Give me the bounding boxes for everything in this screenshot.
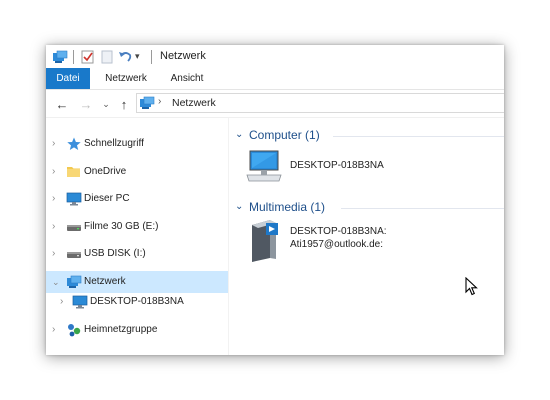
sidebar-item-schnellzugriff[interactable]: › Schnellzugriff — [46, 133, 228, 155]
chevron-right-icon[interactable]: › — [52, 248, 55, 259]
tab-ansicht[interactable]: Ansicht — [163, 68, 211, 89]
computer-icon — [246, 148, 282, 184]
navigation-bar: ← → ⌄ ↑ › Netzwerk — [46, 90, 504, 117]
network-icon — [139, 95, 155, 111]
group-divider — [333, 136, 504, 137]
content-item-multimedia[interactable]: DESKTOP-018B3NA: Ati1957@outlook.de: — [246, 218, 496, 266]
sidebar-item-label: DESKTOP-018B3NA — [90, 296, 184, 307]
sidebar-item-label: Schnellzugriff — [84, 138, 144, 149]
chevron-down-icon[interactable]: ⌄ — [235, 129, 243, 140]
content-item-label-line2: Ati1957@outlook.de: — [290, 239, 383, 250]
sidebar-item-netzwerk[interactable]: ⌄ Netzwerk — [46, 271, 228, 293]
tab-datei[interactable]: Datei — [46, 68, 90, 89]
network-icon — [66, 274, 82, 290]
group-header-multimedia[interactable]: ⌄ Multimedia (1) — [235, 200, 504, 216]
sidebar-item-label: Netzwerk — [84, 276, 126, 287]
tab-netzwerk[interactable]: Netzwerk — [101, 68, 151, 89]
monitor-icon — [66, 191, 82, 207]
up-button[interactable]: ↑ — [116, 96, 132, 112]
sidebar-item-onedrive[interactable]: › OneDrive — [46, 161, 228, 183]
sidebar-item-label: OneDrive — [84, 166, 127, 177]
title-bar: ▾ Netzwerk — [46, 45, 504, 68]
sidebar-item-desktop[interactable]: › DESKTOP-018B3NA — [46, 291, 228, 313]
undo-icon[interactable] — [117, 49, 133, 65]
properties-icon[interactable] — [80, 49, 96, 65]
group-title: Multimedia (1) — [249, 200, 326, 214]
chevron-right-icon[interactable]: › — [52, 193, 55, 204]
sidebar-item-label: USB DISK (I:) — [84, 248, 146, 259]
chevron-right-icon[interactable]: › — [52, 221, 55, 232]
drive-icon — [66, 219, 82, 235]
group-title: Computer (1) — [249, 128, 320, 142]
breadcrumb-netzwerk[interactable]: Netzwerk — [172, 97, 216, 109]
chevron-down-icon[interactable]: ⌄ — [235, 201, 243, 212]
content-item-label: DESKTOP-018B3NA — [290, 160, 384, 171]
folder-icon — [66, 164, 82, 180]
content-item-computer[interactable]: DESKTOP-018B3NA — [246, 148, 476, 188]
chevron-right-icon[interactable]: › — [60, 296, 63, 307]
chevron-down-icon[interactable]: ⌄ — [52, 277, 60, 288]
group-header-computer[interactable]: ⌄ Computer (1) — [235, 128, 504, 144]
homegroup-icon — [66, 322, 82, 338]
sidebar-item-label: Dieser PC — [84, 193, 130, 204]
media-server-icon — [249, 218, 283, 264]
customize-toolbar-icon[interactable]: ▾ — [135, 51, 151, 67]
toolbar-separator — [151, 50, 152, 64]
chevron-right-icon[interactable]: › — [52, 324, 55, 335]
ribbon: Datei Netzwerk Ansicht — [46, 68, 504, 90]
network-icon[interactable] — [52, 49, 68, 65]
recent-locations-button[interactable]: ⌄ — [98, 96, 114, 112]
toolbar-separator — [73, 50, 74, 64]
sidebar-item-heimnetzgruppe[interactable]: › Heimnetzgruppe — [46, 319, 228, 341]
sidebar-item-dieser-pc[interactable]: › Dieser PC — [46, 188, 228, 210]
content-pane: ⌄ Computer (1) DESKTOP-018B3NA ⌄ Multime… — [229, 118, 504, 355]
mouse-cursor-icon — [465, 276, 479, 297]
sidebar-item-usb-disk[interactable]: › USB DISK (I:) — [46, 243, 228, 265]
group-divider — [341, 208, 504, 209]
navigation-pane: › Schnellzugriff › OneDrive › Dieser PC … — [46, 118, 229, 355]
content-item-label-line1: DESKTOP-018B3NA: — [290, 226, 387, 237]
forward-button[interactable]: → — [78, 96, 94, 112]
chevron-right-icon[interactable]: › — [52, 138, 55, 149]
chevron-right-icon[interactable]: › — [52, 166, 55, 177]
breadcrumb-chevron-icon[interactable]: › — [158, 96, 161, 107]
star-icon — [66, 136, 82, 152]
address-field[interactable]: › Netzwerk — [136, 93, 504, 113]
sidebar-item-label: Filme 30 GB (E:) — [84, 221, 159, 232]
back-button[interactable]: ← — [54, 96, 70, 112]
sidebar-item-label: Heimnetzgruppe — [84, 324, 158, 335]
computer-icon — [72, 294, 88, 310]
new-folder-icon[interactable] — [99, 49, 115, 65]
window-title: Netzwerk — [160, 50, 206, 62]
explorer-window: ▾ Netzwerk Datei Netzwerk Ansicht ← → ⌄ … — [46, 45, 504, 355]
sidebar-item-filme[interactable]: › Filme 30 GB (E:) — [46, 216, 228, 238]
usb-drive-icon — [66, 246, 82, 262]
